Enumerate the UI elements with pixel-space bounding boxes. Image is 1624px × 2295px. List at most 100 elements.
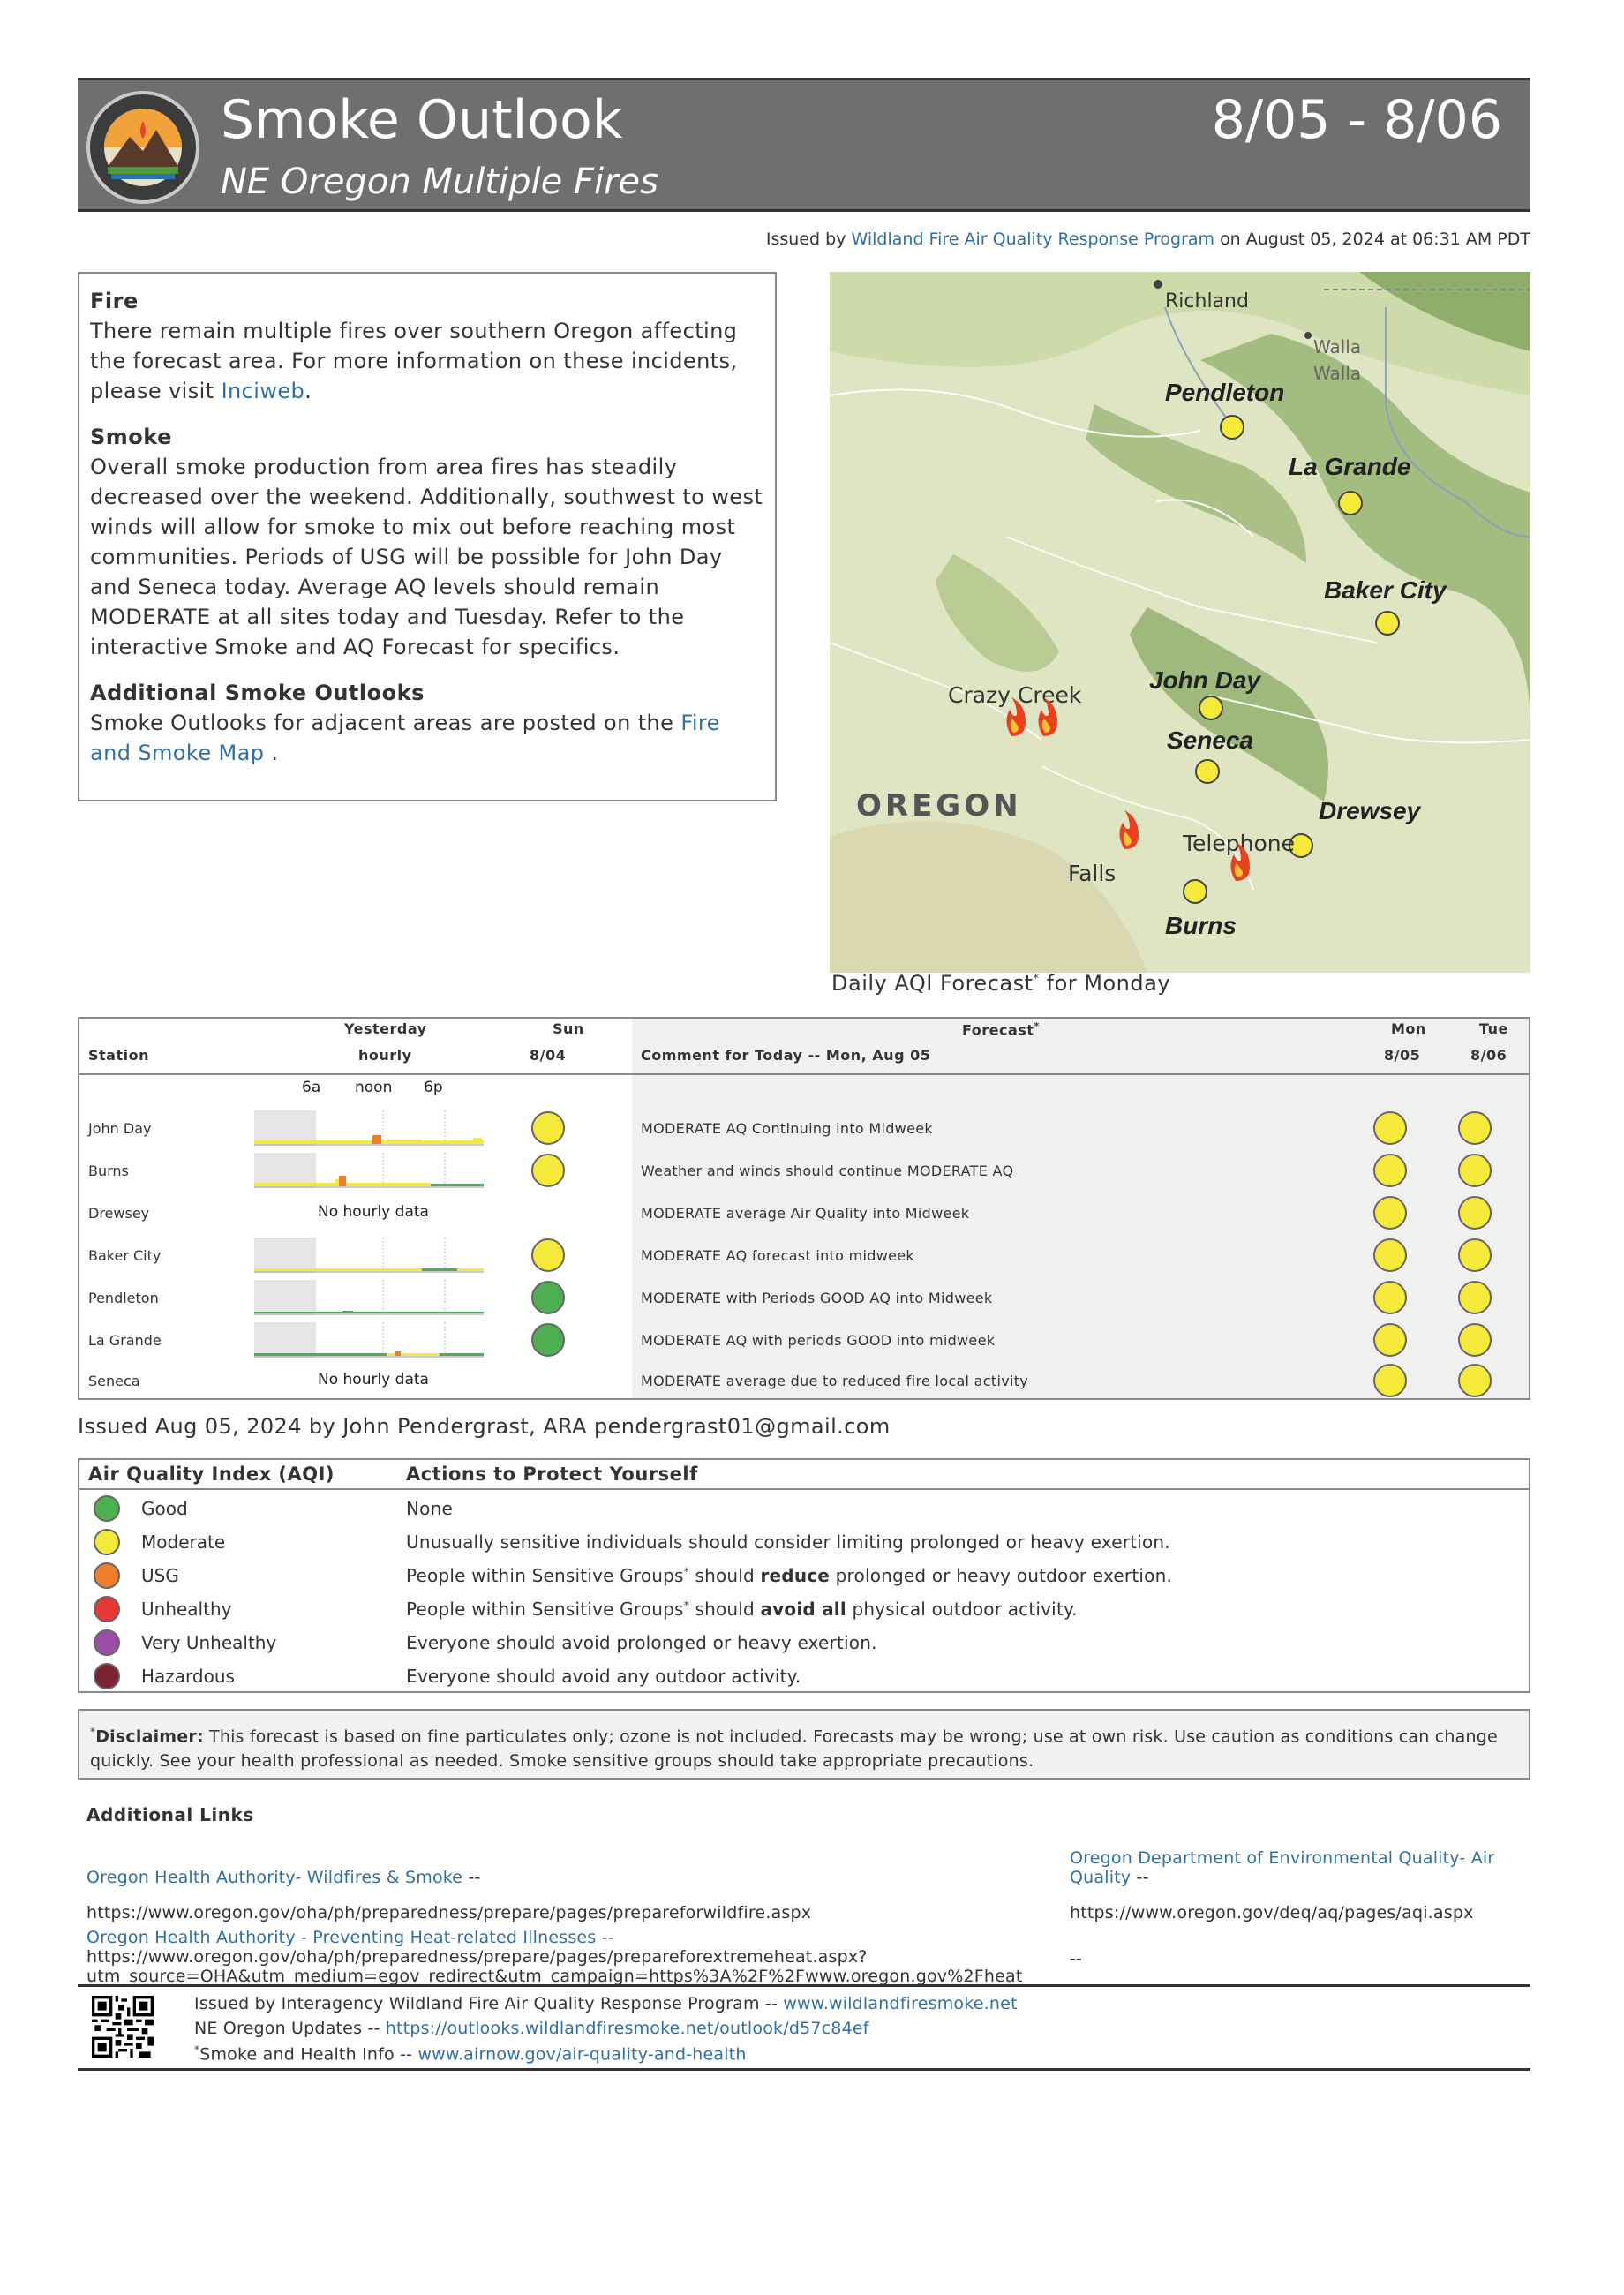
- map-caption-end: for Monday: [1046, 971, 1171, 996]
- map-label-richland: Richland: [1165, 290, 1249, 312]
- map-label-walla-2: Walla: [1313, 363, 1361, 384]
- footer: Issued by Interagency Wildland Fire Air …: [78, 1984, 1530, 2071]
- header-mon-date: 8/05: [1384, 1047, 1421, 1064]
- fire-paragraph: There remain multiple fires over souther…: [90, 316, 764, 406]
- footer-line-1: Issued by Interagency Wildland Fire Air …: [194, 1994, 1018, 2013]
- station-name: Baker City: [88, 1247, 162, 1264]
- page-title: Smoke Outlook: [221, 89, 623, 151]
- oha-heat-link[interactable]: Oregon Health Authority - Preventing Hea…: [86, 1928, 596, 1947]
- aqi-level: Moderate: [141, 1531, 226, 1553]
- aqi-row: Good None: [79, 1492, 1529, 1525]
- forecast-comment: MODERATE average due to reduced fire loc…: [641, 1373, 1029, 1389]
- program-logo: [86, 91, 199, 204]
- oha-wildfire-url: https://www.oregon.gov/oha/ph/preparedne…: [86, 1903, 812, 1923]
- map-label-john-day: John Day: [1149, 666, 1261, 694]
- station-name: Seneca: [88, 1373, 140, 1389]
- oha-heat-url-1: https://www.oregon.gov/oha/ph/preparedne…: [86, 1947, 868, 1967]
- header-sun-date: 8/04: [530, 1047, 567, 1064]
- header-tue-date: 8/06: [1470, 1047, 1507, 1064]
- map-caption-mark: *: [1033, 973, 1040, 986]
- tue-aqi-dot: [1458, 1154, 1492, 1187]
- forecast-comment: MODERATE AQ Continuing into Midweek: [641, 1120, 933, 1137]
- deq-link-line-2[interactable]: Quality: [1070, 1868, 1131, 1887]
- sun-aqi-dot: [531, 1238, 565, 1272]
- map-caption: Daily AQI Forecast* for Monday: [831, 971, 1170, 996]
- outlook-updates-link[interactable]: https://outlooks.wildlandfiresmoke.net/o…: [386, 2019, 869, 2038]
- header-forecast: Forecast*: [962, 1020, 1040, 1038]
- airnow-link[interactable]: www.airnow.gov/air-quality-and-health: [417, 2044, 746, 2064]
- aqi-action: Unusually sensitive individuals should c…: [406, 1531, 1170, 1553]
- aqi-col-header: Air Quality Index (AQI): [88, 1464, 335, 1485]
- deq-line: Oregon Department of Environmental Quali…: [1070, 1848, 1494, 1887]
- header-comment: Comment for Today -- Mon, Aug 05: [641, 1047, 931, 1064]
- oha-heat-url-2: utm_source=OHA&utm_medium=egov_redirect&…: [86, 1967, 1023, 1986]
- aqi-level: Hazardous: [141, 1666, 235, 1687]
- program-link[interactable]: Wildland Fire Air Quality Response Progr…: [852, 230, 1215, 249]
- aqi-table-header: Air Quality Index (AQI) Actions to Prote…: [79, 1460, 1529, 1490]
- hourly-sparkline: [254, 1280, 484, 1315]
- aqi-color-dot: [94, 1629, 120, 1656]
- forecast-table-header: Yesterday hourly Sun 8/04 Station Foreca…: [79, 1019, 1529, 1075]
- footer-line-3: *Smoke and Health Info -- www.airnow.gov…: [194, 2043, 747, 2064]
- disclaimer: *Disclaimer: This forecast is based on f…: [78, 1709, 1530, 1780]
- deq-url: https://www.oregon.gov/deq/aq/pages/aqi.…: [1070, 1903, 1474, 1923]
- map-label-burns: Burns: [1165, 912, 1237, 939]
- aqi-action-pre: People within Sensitive Groups: [406, 1599, 684, 1620]
- wildlandfiresmoke-link[interactable]: www.wildlandfiresmoke.net: [783, 1994, 1017, 2013]
- map-label-pendleton: Pendleton: [1165, 379, 1284, 406]
- table-row: Baker City MODERATE AQ forecast into mid…: [79, 1234, 1529, 1276]
- header-station: Station: [88, 1047, 149, 1064]
- inciweb-link[interactable]: Inciweb: [222, 379, 305, 403]
- aqi-action: None: [406, 1498, 453, 1519]
- aqi-action-mid: should: [688, 1565, 761, 1586]
- table-row: John Day MODERATE AQ Continuing into Mid…: [79, 1107, 1529, 1149]
- forecast-table: Yesterday hourly Sun 8/04 Station Foreca…: [78, 1017, 1530, 1400]
- map-marker-pendleton[interactable]: [1220, 415, 1244, 440]
- tue-aqi-dot: [1458, 1196, 1492, 1230]
- narrative-panel: Fire There remain multiple fires over so…: [78, 272, 777, 801]
- page-subtitle: NE Oregon Multiple Fires: [221, 162, 658, 202]
- map-marker-seneca[interactable]: [1195, 759, 1220, 784]
- aqi-color-dot: [94, 1529, 120, 1555]
- hour-label-6p: 6p: [424, 1079, 443, 1096]
- map-marker-burns[interactable]: [1183, 879, 1207, 904]
- aqi-row: Very Unhealthy Everyone should avoid pro…: [79, 1626, 1529, 1659]
- map-label-la-grande: La Grande: [1289, 453, 1410, 480]
- fire-heading: Fire: [90, 289, 139, 313]
- map-marker-la-grande[interactable]: [1338, 491, 1363, 515]
- tue-aqi-dot: [1458, 1281, 1492, 1314]
- hour-label-6a: 6a: [302, 1079, 321, 1096]
- hourly-sparkline: [254, 1322, 484, 1358]
- header-mon: Mon: [1391, 1020, 1426, 1037]
- map-label-oregon: OREGON: [856, 788, 1022, 824]
- deq-link-line-1[interactable]: Oregon Department of Environmental Quali…: [1070, 1848, 1494, 1868]
- issued-by-line: Issued Aug 05, 2024 by John Pendergrast,…: [78, 1414, 891, 1439]
- aqi-action-mid: should: [688, 1599, 761, 1620]
- aqi-level: Very Unhealthy: [141, 1632, 277, 1653]
- mon-aqi-dot: [1373, 1281, 1407, 1314]
- hourly-sparkline: [254, 1110, 484, 1146]
- header-hourly: hourly: [358, 1047, 412, 1064]
- station-name: Burns: [88, 1163, 129, 1179]
- hour-label-noon: noon: [355, 1079, 393, 1096]
- aqi-row: Unhealthy People within Sensitive Groups…: [79, 1592, 1529, 1626]
- oha-wildfire-link[interactable]: Oregon Health Authority- Wildfires & Smo…: [86, 1868, 462, 1887]
- aqi-action-post: physical outdoor activity.: [846, 1599, 1078, 1620]
- outlooks-period: .: [271, 741, 279, 765]
- map-marker-john-day[interactable]: [1199, 696, 1223, 720]
- oha-wildfire-line: Oregon Health Authority- Wildfires & Smo…: [86, 1868, 481, 1887]
- mon-aqi-dot: [1373, 1196, 1407, 1230]
- footer-line-1-text: Issued by Interagency Wildland Fire Air …: [194, 1994, 778, 2013]
- aqi-color-dot: [94, 1596, 120, 1622]
- map-marker-baker-city[interactable]: [1375, 611, 1400, 636]
- station-name: John Day: [88, 1120, 152, 1137]
- disclaimer-label: Disclaimer:: [95, 1727, 204, 1747]
- map-label-walla-1: Walla: [1313, 336, 1361, 357]
- header-banner: Smoke Outlook NE Oregon Multiple Fires 8…: [78, 78, 1530, 212]
- table-row: Burns Weather and winds should continue …: [79, 1149, 1529, 1192]
- empty-link-dash: --: [1070, 1949, 1083, 1968]
- disclaimer-text: This forecast is based on fine particula…: [90, 1727, 1498, 1772]
- station-name: Drewsey: [88, 1205, 150, 1222]
- footer-line-3-text: Smoke and Health Info --: [199, 2044, 413, 2065]
- forecast-comment: Weather and winds should continue MODERA…: [641, 1163, 1014, 1179]
